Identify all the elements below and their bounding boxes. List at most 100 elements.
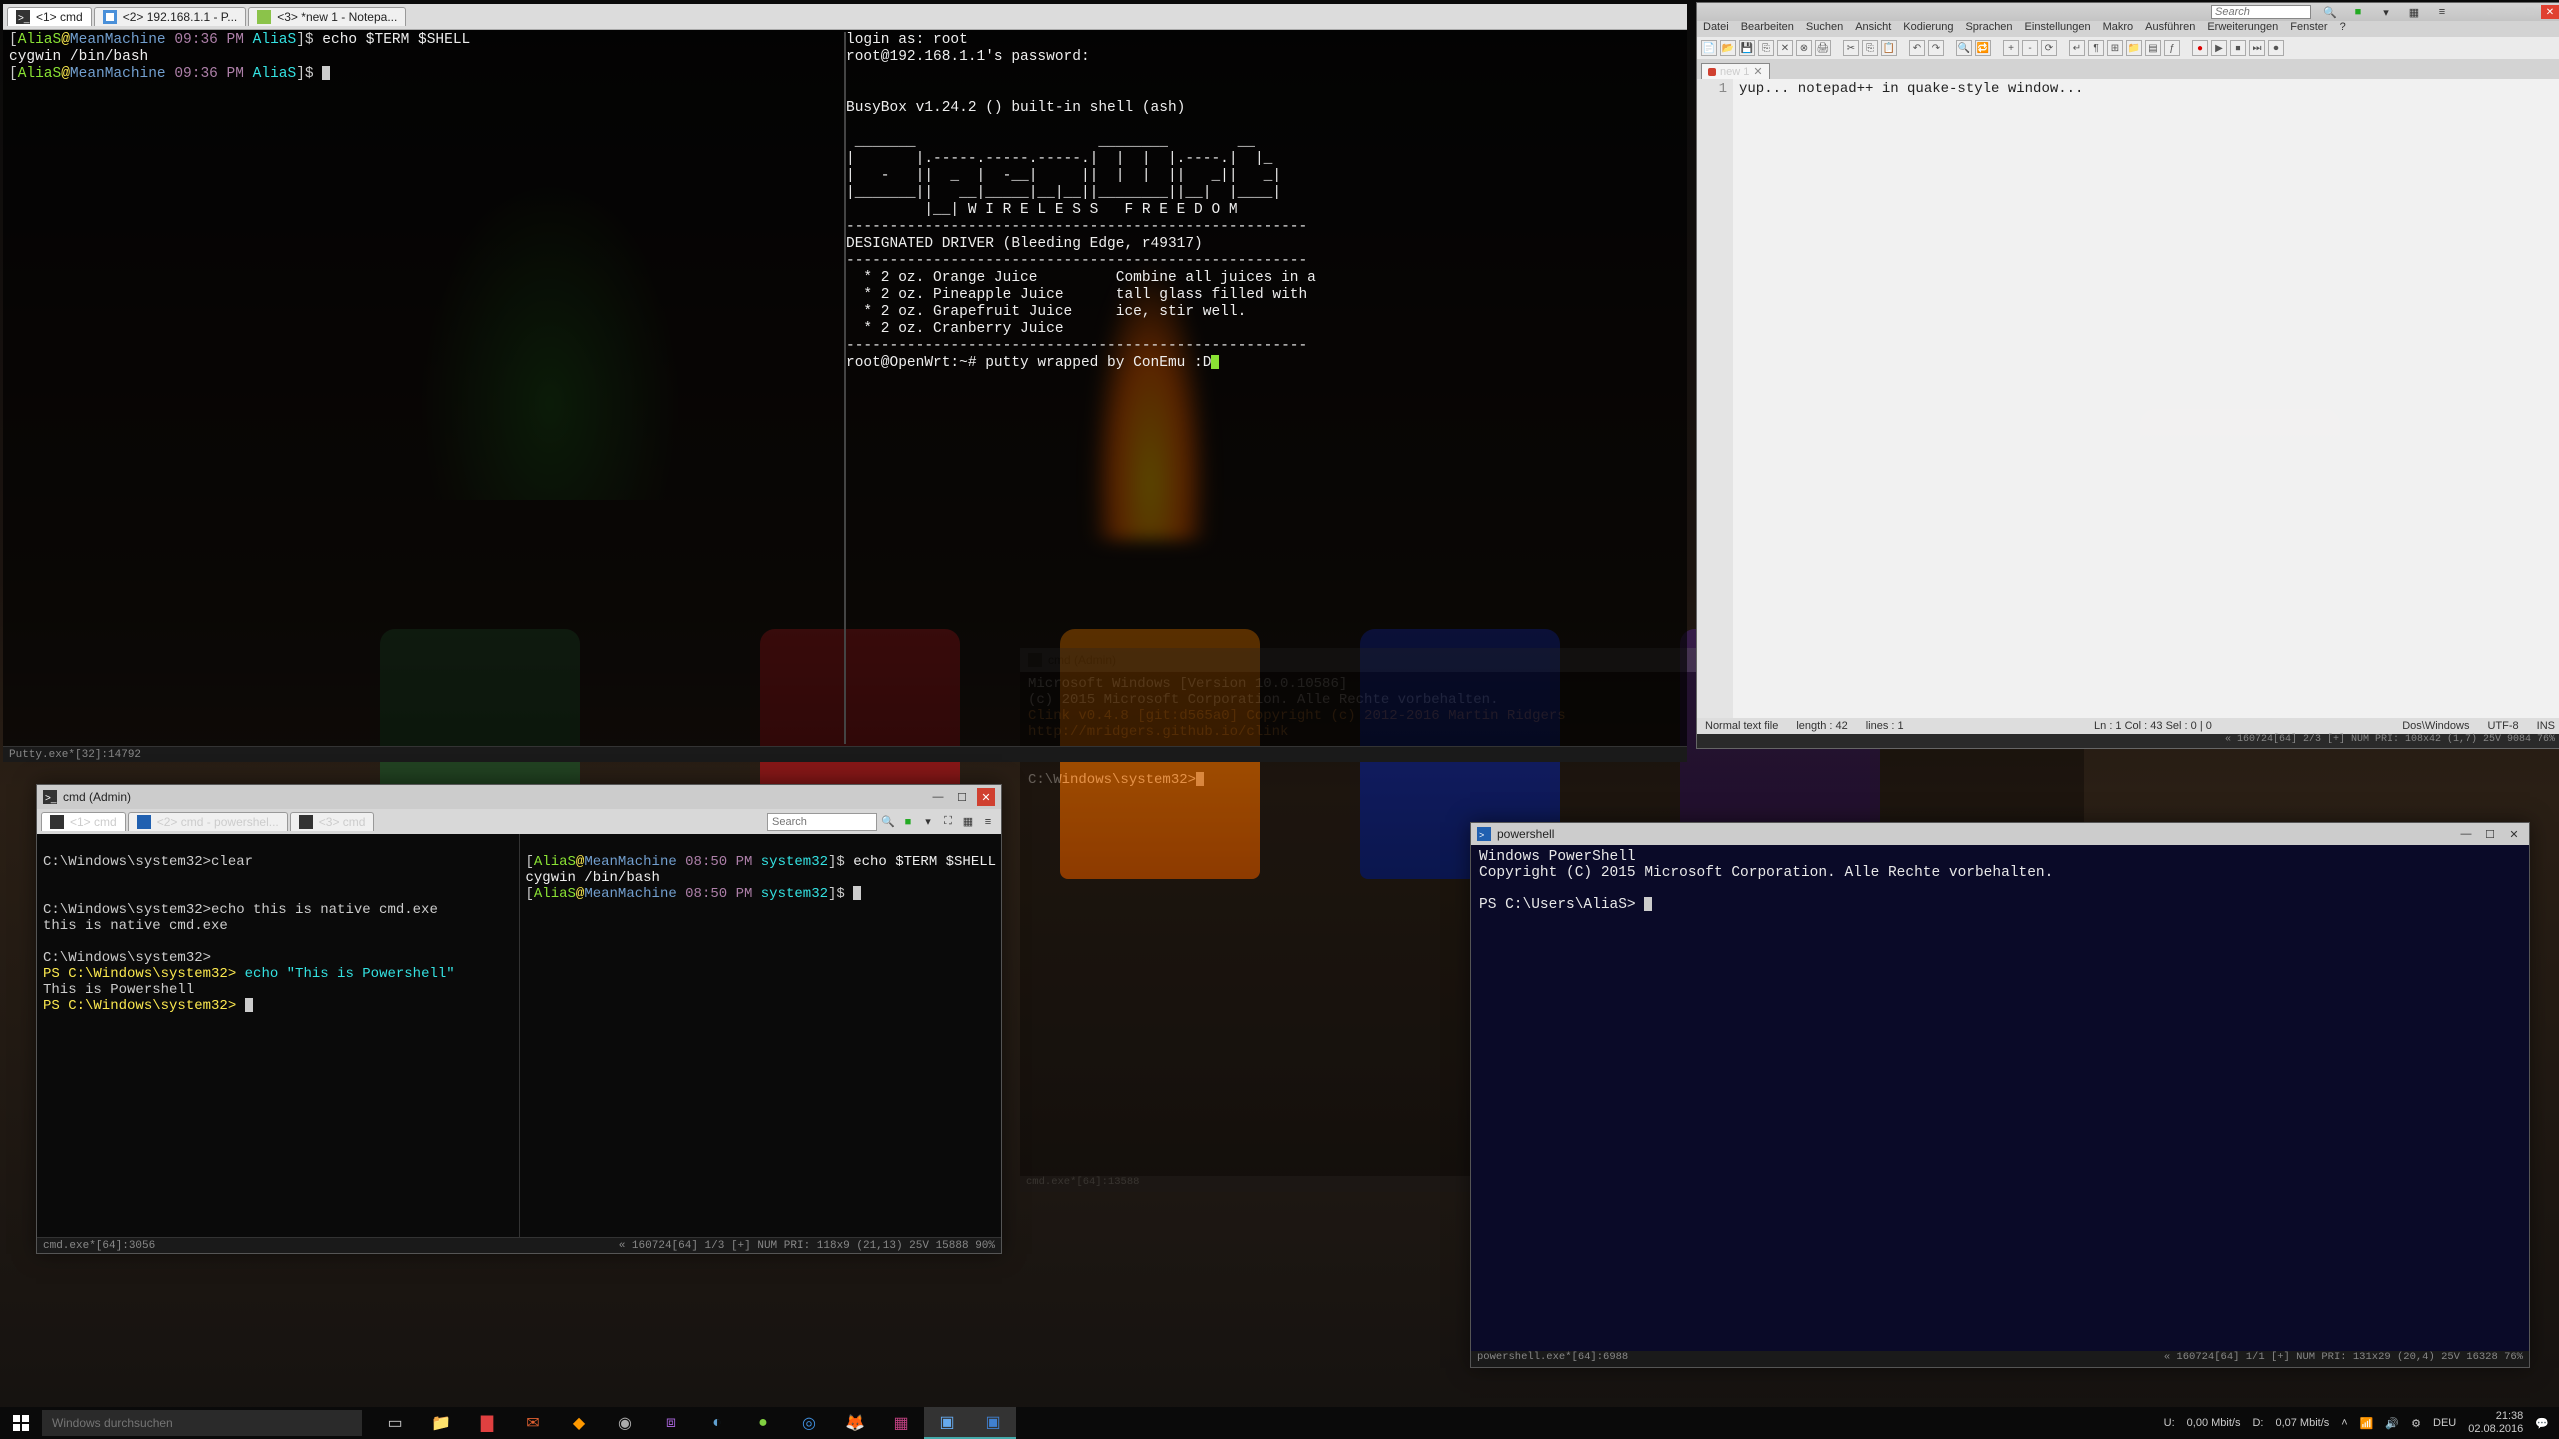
close-all-icon[interactable]: ⊗ <box>1796 40 1812 56</box>
save-macro-icon[interactable]: ⏺ <box>2268 40 2284 56</box>
play-macro-icon[interactable]: ▶ <box>2211 40 2227 56</box>
npp-editor[interactable]: 1 yup... notepad++ in quake-style window… <box>1697 79 2559 718</box>
visual-studio-icon[interactable]: ⧈ <box>648 1407 694 1439</box>
menu-item[interactable]: Ansicht <box>1855 21 1891 37</box>
minimize2-button[interactable]: — <box>2501 5 2519 19</box>
minimize-button[interactable]: — <box>2457 825 2475 843</box>
dropdown-icon[interactable]: ▾ <box>919 813 937 831</box>
taskbar-search-input[interactable] <box>42 1410 362 1436</box>
app-icon[interactable]: ▦ <box>878 1407 924 1439</box>
search-icon[interactable]: 🔍 <box>2321 3 2339 21</box>
menu-item[interactable]: Ausführen <box>2145 21 2195 37</box>
copy-icon[interactable]: ⎘ <box>1862 40 1878 56</box>
tray-chevron-icon[interactable]: ˄ <box>2341 1417 2347 1429</box>
menu-item[interactable]: ? <box>2340 21 2346 37</box>
tray-icon[interactable]: ⚙ <box>2411 1417 2421 1430</box>
tray-volume-icon[interactable]: 🔊 <box>2385 1417 2399 1430</box>
new-console-icon[interactable]: ■ <box>899 813 917 831</box>
tray-language[interactable]: DEU <box>2433 1417 2456 1429</box>
search-icon[interactable]: 🔍 <box>879 813 897 831</box>
npp-search-input[interactable] <box>2211 5 2311 19</box>
save-icon[interactable]: 💾 <box>1739 40 1755 56</box>
find-icon[interactable]: 🔍 <box>1956 40 1972 56</box>
popout-button[interactable]: ⧉ <box>2481 5 2499 19</box>
tab-cmd[interactable]: <3> cmd <box>290 812 375 831</box>
search-input[interactable] <box>767 813 877 831</box>
max-icon[interactable]: ⛶ <box>939 813 957 831</box>
cut-icon[interactable]: ✂ <box>1843 40 1859 56</box>
terminal-pane-left[interactable]: [AliaS@MeanMachine 09:36 PM AliaS]$ echo… <box>9 32 844 744</box>
terminal-pane-right[interactable]: [AliaS@MeanMachine 08:50 PM system32]$ e… <box>520 834 1002 1237</box>
wordwrap-icon[interactable]: ↵ <box>2069 40 2085 56</box>
npp-titlebar[interactable]: 🔍 ■ ▾ ▦ ≡ - ⧉ — ☐ ✕ <box>1697 3 2559 21</box>
undo-icon[interactable]: ↶ <box>1909 40 1925 56</box>
close-file-icon[interactable]: ✕ <box>1777 40 1793 56</box>
maximize-button[interactable]: ☐ <box>2481 825 2499 843</box>
terminal-body[interactable]: Windows PowerShell Copyright (C) 2015 Mi… <box>1471 845 2529 1351</box>
firefox-icon[interactable]: 🦊 <box>832 1407 878 1439</box>
tab-putty[interactable]: <2> 192.168.1.1 - P... <box>94 7 247 26</box>
terminal-pane-right[interactable]: login as: root root@192.168.1.1's passwo… <box>846 32 1681 744</box>
function-list-icon[interactable]: ƒ <box>2164 40 2180 56</box>
menu-item[interactable]: Kodierung <box>1903 21 1953 37</box>
menu-item[interactable]: Datei <box>1703 21 1729 37</box>
new-file-icon[interactable]: 📄 <box>1701 40 1717 56</box>
titlebar[interactable]: > powershell — ☐ ✕ <box>1471 823 2529 845</box>
start-button[interactable] <box>0 1407 42 1439</box>
maximize-button[interactable]: ☐ <box>953 788 971 806</box>
replace-icon[interactable]: 🔁 <box>1975 40 1991 56</box>
maximize-button[interactable]: ☐ <box>2521 5 2539 19</box>
sync-icon[interactable]: ⟳ <box>2041 40 2057 56</box>
close-button[interactable]: ✕ <box>2541 5 2559 19</box>
stop-macro-icon[interactable]: ⏹ <box>2230 40 2246 56</box>
menu-item[interactable]: Einstellungen <box>2025 21 2091 37</box>
zoom-in-icon[interactable]: + <box>2003 40 2019 56</box>
list-icon[interactable]: ≡ <box>2433 3 2451 21</box>
tab-cmd[interactable]: >_ <1> cmd <box>7 7 92 26</box>
notifications-icon[interactable]: 💬 <box>2535 1417 2549 1430</box>
menu-item[interactable]: Sprachen <box>1965 21 2012 37</box>
record-macro-icon[interactable]: ● <box>2192 40 2208 56</box>
minimize-button[interactable]: — <box>929 788 947 806</box>
dropdown-icon[interactable]: ▾ <box>2377 3 2395 21</box>
open-file-icon[interactable]: 📂 <box>1720 40 1736 56</box>
menu-item[interactable]: Erweiterungen <box>2207 21 2278 37</box>
menu-item[interactable]: Bearbeiten <box>1741 21 1794 37</box>
new-console-icon[interactable]: ■ <box>2349 3 2367 21</box>
app-icon[interactable]: ◎ <box>786 1407 832 1439</box>
folder-icon[interactable]: 📁 <box>2126 40 2142 56</box>
zoom-out-icon[interactable]: - <box>2022 40 2038 56</box>
task-view-icon[interactable]: ▭ <box>372 1407 418 1439</box>
list-icon[interactable]: ≡ <box>979 813 997 831</box>
document-tab[interactable]: new 1 ✕ <box>1701 63 1770 79</box>
minimize-button[interactable]: - <box>2461 5 2479 19</box>
paste-icon[interactable]: 📋 <box>1881 40 1897 56</box>
print-icon[interactable]: 🖨 <box>1815 40 1831 56</box>
terminal-area[interactable]: [AliaS@MeanMachine 09:36 PM AliaS]$ echo… <box>3 30 1687 746</box>
app-icon[interactable]: ▇ <box>464 1407 510 1439</box>
tab-cmd[interactable]: <1> cmd <box>41 812 126 831</box>
tray-network-icon[interactable]: 📶 <box>2360 1417 2374 1430</box>
doc-map-icon[interactable]: ▤ <box>2145 40 2161 56</box>
grid-icon[interactable]: ▦ <box>2405 3 2423 21</box>
editor-text[interactable]: yup... notepad++ in quake-style window..… <box>1733 79 2559 718</box>
close-tab-icon[interactable]: ✕ <box>1753 65 1762 78</box>
conemu-taskbar-icon[interactable]: ▣ <box>924 1407 970 1439</box>
terminal-pane-left[interactable]: C:\Windows\system32>clear C:\Windows\sys… <box>37 834 519 1237</box>
close-button[interactable]: ✕ <box>2505 825 2523 843</box>
redo-icon[interactable]: ↷ <box>1928 40 1944 56</box>
show-all-chars-icon[interactable]: ¶ <box>2088 40 2104 56</box>
sublime-icon[interactable]: ◆ <box>556 1407 602 1439</box>
mail-icon[interactable]: ✉ <box>510 1407 556 1439</box>
powershell-taskbar-icon[interactable]: ▣ <box>970 1407 1016 1439</box>
file-explorer-icon[interactable]: 📁 <box>418 1407 464 1439</box>
menu-item[interactable]: Fenster <box>2290 21 2327 37</box>
tab-notepadpp[interactable]: <3> *new 1 - Notepa... <box>248 7 406 26</box>
close-button[interactable]: ✕ <box>977 788 995 806</box>
tab-powershell[interactable]: <2> cmd - powershel... <box>128 812 288 831</box>
grid-icon[interactable]: ▦ <box>959 813 977 831</box>
indent-guide-icon[interactable]: ⊞ <box>2107 40 2123 56</box>
menu-item[interactable]: Makro <box>2103 21 2134 37</box>
app-icon[interactable]: ◐ <box>694 1407 740 1439</box>
playback-icon[interactable]: ⏭ <box>2249 40 2265 56</box>
